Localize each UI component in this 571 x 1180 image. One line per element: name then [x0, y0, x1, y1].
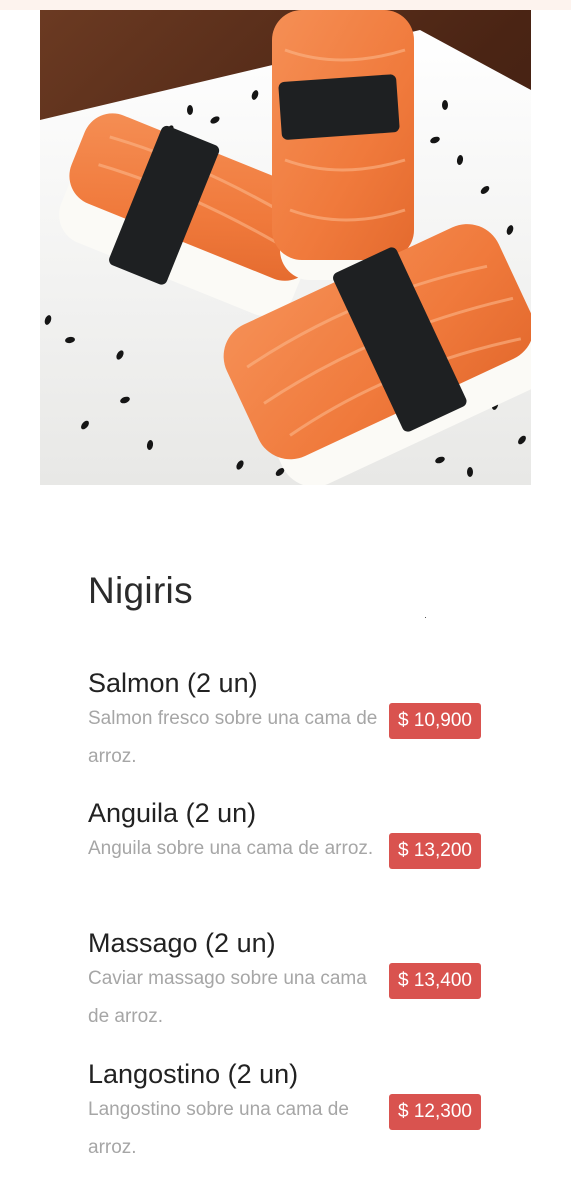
hero-image	[40, 10, 531, 485]
item-description: Langostino sobre una cama de arroz.	[88, 1099, 349, 1158]
item-name: Anguila (2 un)	[88, 798, 257, 828]
menu-item-massago[interactable]: Massago (2 un) Caviar massago sobre una …	[88, 926, 488, 1036]
item-description: Salmon fresco sobre una cama de arroz.	[88, 708, 378, 767]
menu-item-salmon[interactable]: Salmon (2 un) Salmon fresco sobre una ca…	[88, 666, 488, 776]
item-name: Salmon (2 un)	[88, 668, 258, 698]
item-description: Caviar massago sobre una cama de arroz.	[88, 968, 367, 1027]
item-description: Anguila sobre una cama de arroz.	[88, 838, 374, 859]
top-strip	[0, 0, 571, 10]
decorative-dot	[425, 617, 426, 618]
menu-item-langostino[interactable]: Langostino (2 un) Langostino sobre una c…	[88, 1057, 488, 1167]
price-badge[interactable]: $ 12,300	[389, 1094, 481, 1130]
price-badge[interactable]: $ 10,900	[389, 703, 481, 739]
menu-item-anguila[interactable]: Anguila (2 un) Anguila sobre una cama de…	[88, 796, 488, 869]
item-name: Massago (2 un)	[88, 928, 276, 958]
price-badge[interactable]: $ 13,400	[389, 963, 481, 999]
sushi-photo	[40, 10, 531, 485]
price-badge[interactable]: $ 13,200	[389, 833, 481, 869]
item-name: Langostino (2 un)	[88, 1059, 299, 1089]
section-title: Nigiris	[88, 570, 193, 611]
